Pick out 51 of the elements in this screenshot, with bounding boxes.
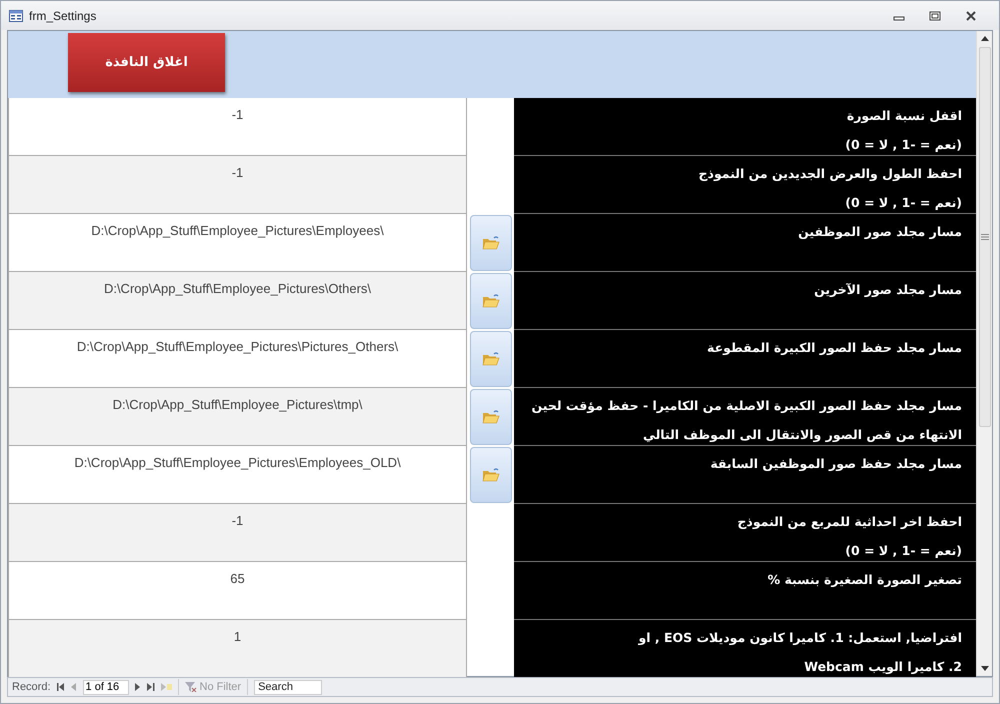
setting-label: مسار مجلد حفظ الصور الكبيرة المقطوعة xyxy=(706,339,962,357)
record-label: Record: xyxy=(12,680,51,695)
folder-icon xyxy=(482,468,500,482)
setting-label: احفظ الطول والعرض الجديدين من النموذج xyxy=(698,165,962,183)
setting-label: مسار مجلد صور الآخرين xyxy=(813,281,962,299)
previous-record-icon[interactable] xyxy=(70,683,77,691)
grip-icon xyxy=(980,234,988,240)
setting-note: (نعم = -1 , لا = 0) xyxy=(844,542,962,560)
value-field[interactable]: -1 xyxy=(8,156,467,214)
setting-label: احفظ اخر احداثية للمربع من النموذج xyxy=(736,513,962,531)
setting-label: اقفل نسبة الصورة xyxy=(846,107,962,125)
value-field[interactable]: -1 xyxy=(8,98,467,156)
value-field[interactable]: D:\Crop\App_Stuff\Employee_Pictures\Others\ xyxy=(8,272,467,330)
scrollbar[interactable] xyxy=(976,31,992,676)
setting-note: (نعم = -1 , لا = 0) xyxy=(844,136,962,154)
browse-folder-button[interactable] xyxy=(470,215,512,271)
close-icon[interactable] xyxy=(965,10,977,20)
record-position-field[interactable]: 1 of 16 xyxy=(82,680,129,694)
value-field[interactable]: 65 xyxy=(8,562,467,620)
browse-folder-button[interactable] xyxy=(470,273,512,329)
first-record-icon[interactable] xyxy=(56,683,65,691)
setting-label: تصغير الصورة الصغيرة بنسبة % xyxy=(766,571,962,589)
setting-label: مسار مجلد صور الموظفين xyxy=(797,223,962,241)
folder-icon xyxy=(482,410,500,424)
browse-folder-button[interactable] xyxy=(470,331,512,387)
setting-label: مسار مجلد حفظ صور الموظفين السابقة xyxy=(709,455,962,473)
search-field[interactable]: Search xyxy=(254,680,322,694)
value-field[interactable]: D:\Crop\App_Stuff\Employee_Pictures\Employees_OLD\ xyxy=(8,446,467,504)
value-field[interactable]: D:\Crop\App_Stuff\Employee_Pictures\Employees\ xyxy=(8,214,467,272)
setting-note: (نعم = -1 , لا = 0) xyxy=(844,194,962,212)
restore-icon[interactable] xyxy=(929,10,941,20)
value-field[interactable]: D:\Crop\App_Stuff\Employee_Pictures\Pictures_Others\ xyxy=(8,330,467,388)
setting-label: افتراضيا, استعمل: 1. كاميرا كانون موديلات EOS , او xyxy=(637,629,962,647)
folder-icon xyxy=(482,294,500,308)
close-window-button[interactable]: اغلاق النافذة xyxy=(68,33,225,92)
value-field[interactable]: 1 xyxy=(8,620,467,678)
setting-note: 2. كاميرا الويب Webcam xyxy=(803,658,962,676)
setting-label: مسار مجلد حفظ الصور الكبيرة الاصلية من الكاميرا - حفظ مؤقت لحين الانتهاء من قص الصور والانتقال الى الموظف التالي xyxy=(530,397,962,444)
value-field[interactable]: -1 xyxy=(8,504,467,562)
form-icon xyxy=(9,10,23,22)
window-title: frm_Settings xyxy=(29,8,96,24)
new-record-icon[interactable] xyxy=(160,683,172,691)
scroll-thumb[interactable] xyxy=(978,47,990,427)
filter-icon xyxy=(184,682,197,692)
folder-icon xyxy=(482,236,500,250)
folder-icon xyxy=(482,352,500,366)
browse-folder-button[interactable] xyxy=(470,389,512,445)
next-record-icon[interactable] xyxy=(134,683,141,691)
last-record-icon[interactable] xyxy=(146,683,155,691)
value-field[interactable]: D:\Crop\App_Stuff\Employee_Pictures\tmp\ xyxy=(8,388,467,446)
browse-folder-button[interactable] xyxy=(470,447,512,503)
